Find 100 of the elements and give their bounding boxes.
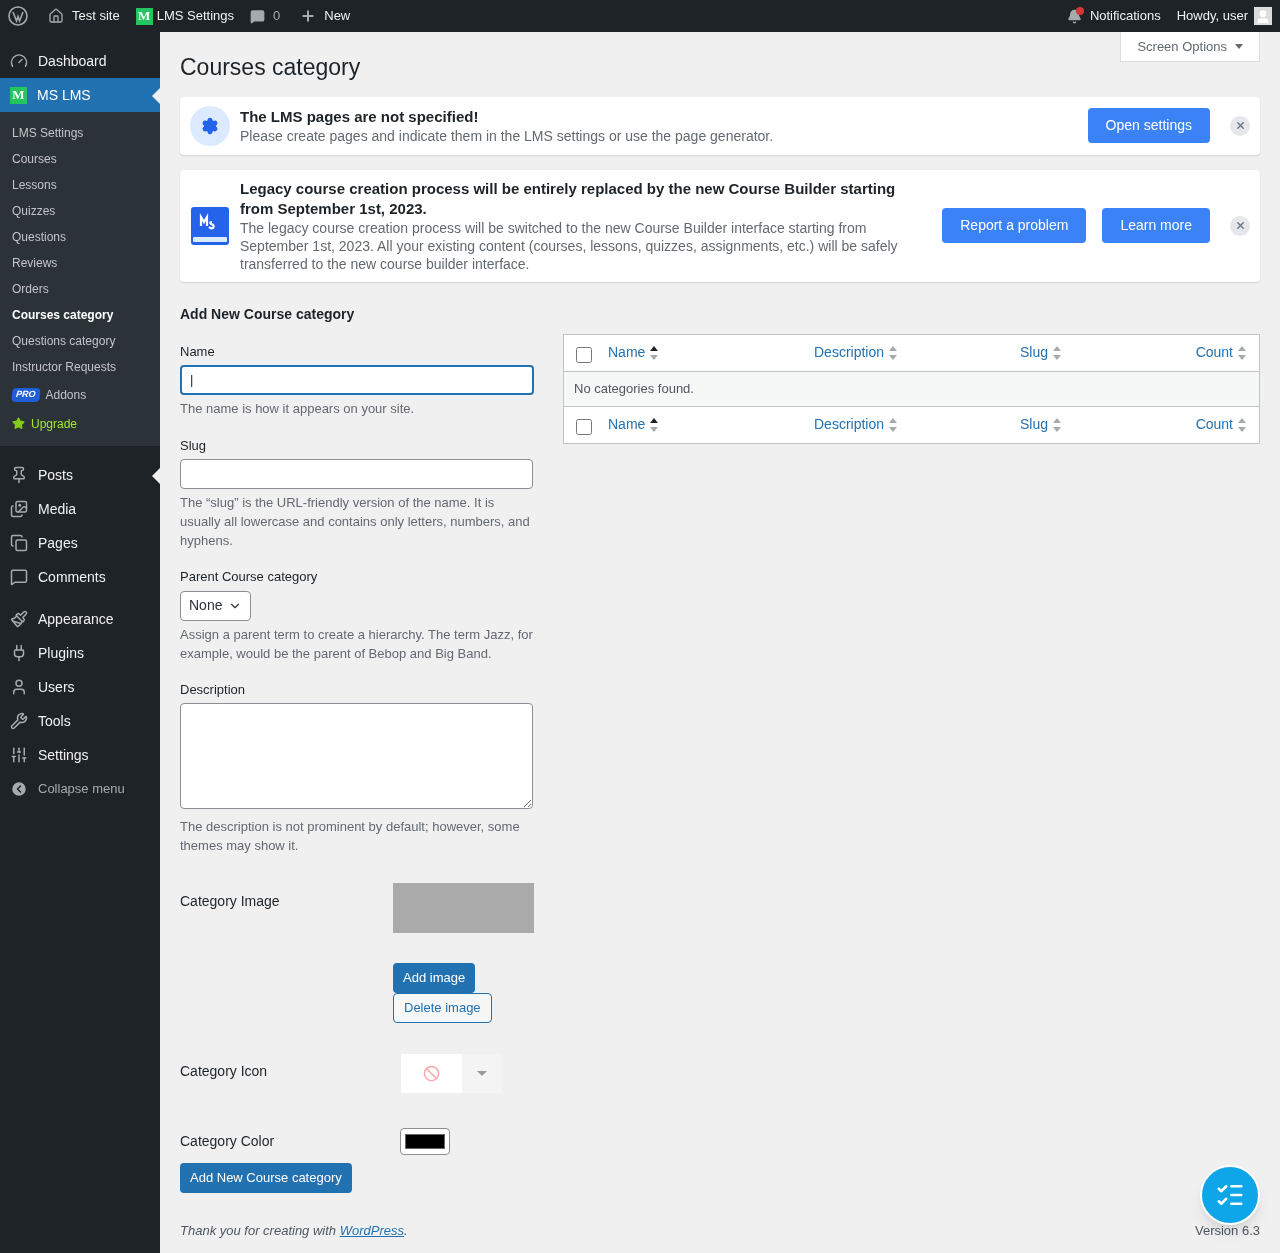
notice-title: Legacy course creation process will be entirely replaced by the new Course Builder starting from September 1st, 2023.	[240, 178, 897, 219]
parent-select[interactable]: None	[180, 590, 252, 621]
sidebar-menu-item[interactable]: Comments	[0, 560, 160, 594]
column-sort-link[interactable]: Count	[1195, 414, 1247, 435]
sort-arrows-icon	[1052, 344, 1063, 361]
sort-arrows-icon	[649, 344, 660, 361]
color-swatch[interactable]	[400, 1128, 450, 1155]
sort-arrows-icon	[649, 416, 660, 433]
submenu-item[interactable]: Reviews	[0, 250, 160, 276]
submenu-item[interactable]: LMS Settings	[0, 120, 160, 146]
submenu-item[interactable]: Orders	[0, 276, 160, 302]
sidebar-menu-item[interactable]: Settings	[0, 738, 160, 772]
new-link[interactable]: New	[324, 6, 351, 26]
column-sort-link[interactable]: Name	[608, 414, 814, 435]
column-sort-link[interactable]: Description	[814, 342, 1020, 363]
comments-count[interactable]: 0	[273, 6, 281, 26]
sidebar-menu-item[interactable]: Users	[0, 670, 160, 704]
delete-image-button[interactable]: Delete image	[393, 993, 492, 1023]
notice-button[interactable]: Learn more	[1102, 208, 1210, 243]
star-icon	[12, 417, 25, 430]
empty-message: No categories found.	[564, 370, 1259, 407]
field-label: Category Image	[180, 892, 281, 911]
sidebar-menu-item[interactable]: Dashboard	[0, 44, 160, 78]
notice-button[interactable]: Open settings	[1087, 108, 1210, 143]
column-sort-link[interactable]: Name	[608, 342, 814, 363]
field-label: Description	[180, 680, 247, 699]
sort-arrows-icon	[1052, 416, 1063, 433]
submenu-item[interactable]: PRO Addons	[0, 380, 160, 409]
sort-arrows-icon	[1237, 344, 1247, 361]
submenu-item[interactable]: Questions category	[0, 328, 160, 354]
sidebar-menu-item[interactable]: Plugins	[0, 636, 160, 670]
menu-item-icon	[10, 568, 28, 586]
field-label: Category Icon	[180, 1062, 269, 1081]
pro-badge: PRO	[11, 387, 41, 402]
collapse-menu-button[interactable]: Collapse menu	[0, 772, 160, 806]
column-sort-link[interactable]: Slug	[1020, 414, 1196, 435]
field-label: Parent Course category	[180, 568, 319, 586]
name-input-field[interactable]: |	[180, 365, 534, 395]
plugin-logo-icon: M	[135, 7, 153, 25]
caret-icon	[477, 1071, 487, 1076]
sidebar-menu-item[interactable]: Pages	[0, 526, 160, 560]
form-heading: Add New Course category	[180, 304, 356, 324]
submenu-item[interactable]: Courses category	[0, 302, 160, 328]
screen-options-button[interactable]: Screen Options	[1120, 32, 1260, 62]
plugin-logo-icon: M	[10, 86, 27, 104]
checklist-fab[interactable]	[1200, 1165, 1260, 1225]
notice-button[interactable]: Report a problem	[942, 208, 1087, 243]
sort-arrows-icon	[1237, 416, 1247, 433]
field-hint: The “slug” is the URL-friendly version of the name. It is usually all lowercase and contains only letters, numbers, and hyphens.	[180, 494, 531, 550]
menu-item-icon	[10, 678, 28, 696]
menu-item-icon	[10, 466, 28, 484]
submenu-item[interactable]: Questions	[0, 224, 160, 250]
select-all-checkbox[interactable]	[576, 346, 592, 363]
column-sort-link[interactable]: Count	[1195, 342, 1247, 363]
sidebar-menu-item[interactable]: Tools	[0, 704, 160, 738]
notice-text: The legacy course creation process will be switched to the new Course Builder interface starting from September 1st, 2023. All your existing content (courses, lessons, quizzes, assignments, etc.) will be safely transferred to the new course builder interface.	[240, 218, 899, 273]
close-icon	[1234, 220, 1246, 231]
sidebar-menu-item[interactable]: Posts	[0, 458, 160, 492]
field-hint: Assign a parent term to create a hierarchy. The term Jazz, for example, would be the parent of Bebop and Big Band.	[180, 625, 534, 663]
page-title: Courses category	[180, 53, 362, 82]
menu-item-icon	[10, 534, 28, 552]
notice-text: Please create pages and indicate them in the LMS settings or use the page generator.	[240, 126, 775, 145]
slug-input-field[interactable]	[180, 459, 533, 489]
no-icon-icon	[423, 1065, 440, 1082]
add-image-button[interactable]: Add image	[393, 963, 476, 993]
dismiss-button[interactable]	[1230, 215, 1250, 236]
notifications-link[interactable]: Notifications	[1089, 6, 1161, 26]
column-sort-link[interactable]: Slug	[1020, 342, 1196, 363]
plugin-settings-link[interactable]: LMS Settings	[156, 6, 234, 26]
sort-arrows-icon	[888, 416, 899, 433]
menu-item-icon	[10, 746, 28, 764]
current-indicator-icon	[152, 88, 160, 104]
submenu-item[interactable]: Lessons	[0, 172, 160, 198]
wordpress-logo-icon[interactable]	[8, 6, 28, 26]
submit-button[interactable]: Add New Course category	[180, 1163, 352, 1193]
submenu-item[interactable]: Quizzes	[0, 198, 160, 224]
wordpress-link[interactable]: WordPress	[339, 1222, 404, 1238]
select-all-checkbox[interactable]	[576, 418, 592, 435]
bell-icon[interactable]	[1066, 8, 1082, 24]
submenu-item[interactable]: Instructor Requests	[0, 354, 160, 380]
close-icon	[1234, 120, 1246, 131]
description-textarea[interactable]	[180, 703, 533, 809]
account-greeting[interactable]: Howdy, user	[1176, 6, 1248, 26]
sort-arrows-icon	[888, 344, 899, 361]
sidebar-menu-item[interactable]: Appearance	[0, 602, 160, 636]
site-link[interactable]: Test site	[72, 6, 120, 26]
field-label: Slug	[180, 436, 208, 455]
dismiss-button[interactable]	[1230, 115, 1250, 136]
book-logo-icon	[190, 205, 230, 246]
submenu-item[interactable]: Upgrade	[0, 409, 160, 438]
current-indicator-icon	[152, 468, 160, 484]
menu-item-icon	[10, 500, 28, 518]
field-label: Name	[180, 342, 216, 361]
home-icon	[48, 8, 64, 24]
sidebar-menu-item[interactable]: Media	[0, 492, 160, 526]
sidebar-menu-item[interactable]: M MS LMS	[0, 78, 160, 112]
column-sort-link[interactable]: Description	[814, 414, 1020, 435]
gear-icon	[190, 105, 230, 146]
submenu-item[interactable]: Courses	[0, 146, 160, 172]
notice-title: The LMS pages are not specified!	[240, 106, 480, 127]
